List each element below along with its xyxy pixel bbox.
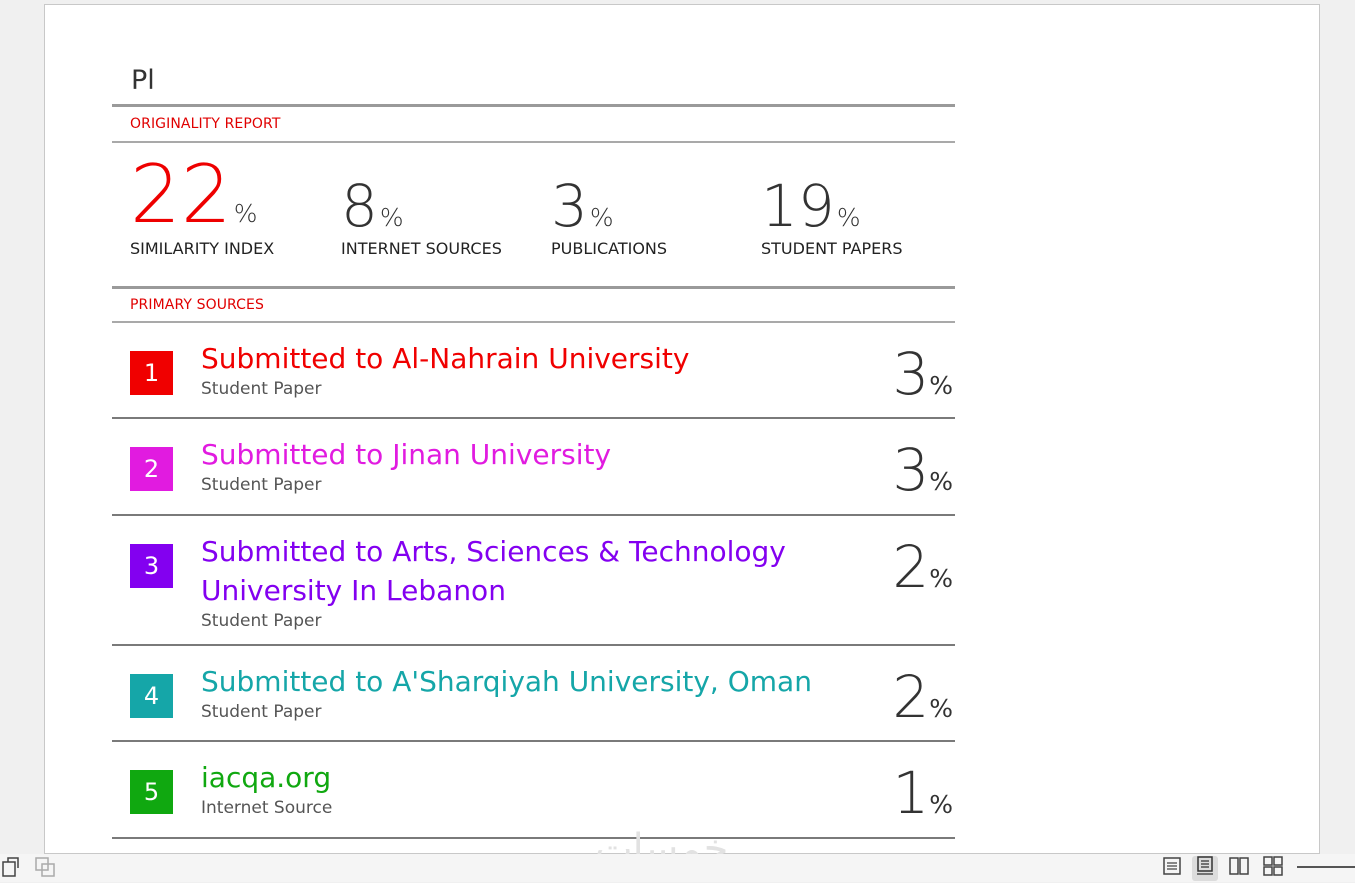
stat-value: 19% — [761, 172, 861, 240]
page-copy-icon[interactable] — [34, 856, 56, 883]
stat-label: INTERNET SOURCES — [341, 239, 502, 258]
source-row: 1 Submitted to Al-Nahrain University Stu… — [112, 323, 955, 419]
stat-label: STUDENT PAPERS — [761, 239, 903, 258]
two-page-view-icon[interactable] — [1229, 856, 1249, 881]
source-percent: 2% — [892, 533, 953, 601]
stat-value: 8% — [341, 172, 404, 240]
row-divider — [112, 837, 955, 839]
single-page-view-icon[interactable] — [1162, 856, 1182, 881]
originality-report-label: ORIGINALITY REPORT — [130, 116, 281, 132]
stats-divider — [112, 286, 955, 289]
source-row: 2 Submitted to Jinan University Student … — [112, 419, 955, 516]
scroll-view-icon[interactable] — [1192, 856, 1218, 881]
title-divider — [112, 104, 955, 107]
source-title[interactable]: Submitted to A'Sharqiyah University, Oma… — [201, 662, 841, 701]
stat-label: PUBLICATIONS — [551, 239, 668, 258]
stat-publications: 3% PUBLICATIONS — [551, 177, 667, 258]
source-percent: 1% — [892, 759, 953, 827]
source-rank-badge: 1 — [130, 351, 173, 395]
report-page: Pl ORIGINALITY REPORT 22% SIMILARITY IND… — [44, 4, 1320, 854]
source-type: Student Paper — [201, 702, 322, 722]
source-row: 4 Submitted to A'Sharqiyah University, O… — [112, 646, 955, 742]
source-type: Student Paper — [201, 379, 322, 399]
stat-similarity-index: 22% SIMILARITY INDEX — [130, 148, 275, 259]
source-rank-badge: 5 — [130, 770, 173, 814]
stat-value: 22% — [130, 148, 258, 241]
source-row: 5 iacqa.org Internet Source 1% — [112, 742, 955, 839]
multi-page-view-icon[interactable] — [1263, 856, 1283, 881]
source-title[interactable]: Submitted to Jinan University — [201, 435, 841, 474]
source-percent: 2% — [892, 663, 953, 731]
source-title[interactable]: Submitted to Al-Nahrain University — [201, 339, 841, 378]
document-title: Pl — [131, 65, 155, 96]
stat-value: 3% — [551, 172, 614, 240]
source-rank-badge: 3 — [130, 544, 173, 588]
source-title[interactable]: Submitted to Arts, Sciences & Technology… — [201, 532, 801, 610]
primary-sources-label: PRIMARY SOURCES — [130, 297, 264, 313]
source-type: Student Paper — [201, 475, 322, 495]
source-percent: 3% — [892, 436, 953, 504]
source-rank-badge: 2 — [130, 447, 173, 491]
source-row: 3 Submitted to Arts, Sciences & Technolo… — [112, 516, 955, 646]
source-title[interactable]: iacqa.org — [201, 758, 841, 797]
rotate-page-icon[interactable] — [0, 856, 22, 883]
source-type: Internet Source — [201, 798, 333, 818]
source-rank-badge: 4 — [130, 674, 173, 718]
stat-student-papers: 19% STUDENT PAPERS — [761, 177, 903, 258]
source-type: Student Paper — [201, 611, 322, 631]
zoom-slider[interactable] — [1297, 866, 1355, 868]
stat-label: SIMILARITY INDEX — [130, 239, 275, 258]
originality-divider — [112, 141, 955, 143]
status-bar — [0, 854, 1355, 882]
source-percent: 3% — [892, 340, 953, 408]
stat-internet-sources: 8% INTERNET SOURCES — [341, 177, 502, 258]
